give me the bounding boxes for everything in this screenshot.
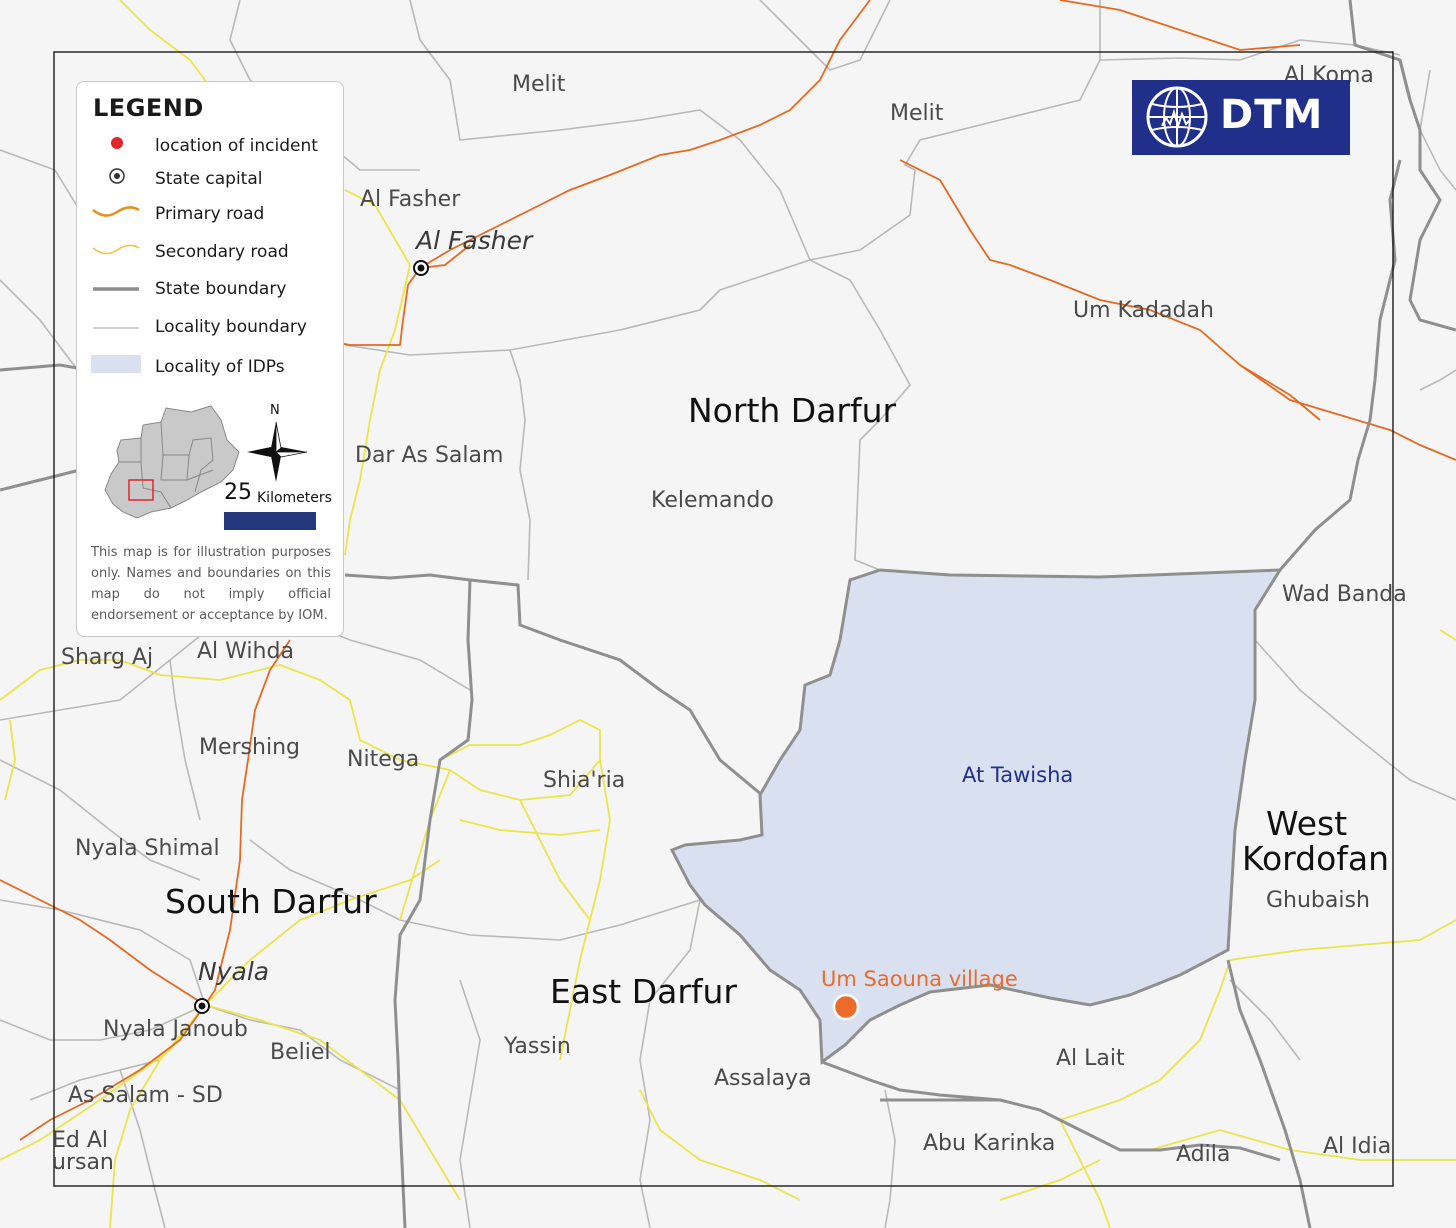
legend-title: LEGEND: [93, 94, 204, 122]
locality-label: Ghubaish: [1266, 888, 1370, 913]
idp-locality-swatch-icon: [91, 355, 141, 373]
locality-label: Um Kadadah: [1073, 298, 1214, 323]
capital-label-nyala: Nyala: [198, 957, 269, 986]
legend-item-label: Secondary road: [155, 242, 289, 262]
legend-item-primary-road: Primary road: [77, 200, 345, 230]
locality-label: Melit: [890, 101, 944, 126]
legend-item-state-boundary: State boundary: [77, 275, 345, 305]
idp-locality-label: At Tawisha: [962, 763, 1073, 787]
state-label-west: West: [1266, 804, 1347, 843]
dtm-logo: DTM: [1132, 80, 1350, 155]
locality-label: Sharg Aj: [61, 645, 153, 670]
locality-label: ursan: [52, 1150, 114, 1175]
legend-item-locality-boundary: Locality boundary: [77, 313, 345, 343]
locality-label: Nyala Shimal: [75, 836, 220, 861]
state-capital-marker-al-fasher[interactable]: [413, 260, 429, 276]
legend-item-idp-locality: Locality of IDPs: [77, 353, 345, 383]
legend-item-secondary-road: Secondary road: [77, 238, 345, 268]
locality-label: Al Lait: [1056, 1046, 1125, 1071]
legend-item-label: Primary road: [155, 204, 265, 224]
locality-label: Al Idia: [1323, 1134, 1391, 1159]
state-capital-icon: [109, 168, 125, 184]
legend-item-label: Locality of IDPs: [155, 357, 285, 377]
incident-marker-um-saouna[interactable]: [832, 993, 860, 1021]
state-capital-marker-nyala[interactable]: [194, 998, 210, 1014]
state-label-north-darfur: North Darfur: [688, 391, 897, 430]
legend-item-label: State capital: [155, 169, 263, 189]
legend-item-label: location of incident: [155, 136, 318, 156]
state-label-east-darfur: East Darfur: [550, 972, 737, 1011]
disclaimer-text: This map is for illustration purposes on…: [91, 545, 331, 623]
capital-label-al-fasher: Al Fasher: [414, 226, 534, 255]
legend-item-label: State boundary: [155, 279, 287, 299]
state-label-kordofan: Kordofan: [1242, 839, 1389, 878]
locality-label: Adila: [1176, 1142, 1230, 1167]
locality-label: Assalaya: [714, 1066, 812, 1091]
locality-label: Melit: [512, 72, 566, 97]
iom-globe-icon: [1146, 86, 1208, 148]
locality-label: Kelemando: [651, 488, 774, 513]
incident-label: Um Saouna village: [821, 967, 1018, 991]
legend-item-state-capital: State capital: [77, 165, 345, 195]
locality-label: Abu Karinka: [923, 1131, 1055, 1156]
locality-boundary-icon: [93, 327, 139, 329]
locality-label: Shia'ria: [543, 768, 625, 793]
north-arrow-icon: N: [247, 403, 308, 482]
locality-label: Al Wihda: [197, 639, 294, 664]
secondary-road-icon: [92, 244, 140, 255]
legend-item-label: Locality boundary: [155, 317, 307, 337]
locality-label: Nitega: [347, 747, 419, 772]
locality-label: Wad Banda: [1282, 582, 1407, 607]
dtm-logo-text: DTM: [1220, 92, 1324, 138]
primary-road-icon: [92, 206, 140, 217]
scale-unit: Kilometers: [257, 490, 332, 506]
state-boundary-icon: [93, 287, 139, 291]
scale-value: 25: [224, 480, 252, 505]
locality-label: Yassin: [503, 1034, 571, 1059]
state-label-south-darfur: South Darfur: [165, 882, 377, 921]
locality-label: Nyala Janoub: [103, 1017, 248, 1042]
north-label: N: [270, 403, 280, 418]
locality-label: As Salam - SD: [68, 1083, 223, 1108]
legend-item-incident: location of incident: [77, 132, 345, 162]
locality-label: Dar As Salam: [355, 443, 503, 468]
legend-panel: LEGEND location of incident State capita…: [76, 81, 344, 637]
sudan-inset-map: [104, 405, 240, 519]
locality-label: Beliel: [270, 1040, 331, 1065]
locality-label: Al Fasher: [360, 187, 461, 212]
scale-bar: [224, 512, 316, 530]
red-dot-icon: [111, 137, 123, 149]
locality-label: Mershing: [199, 735, 300, 760]
